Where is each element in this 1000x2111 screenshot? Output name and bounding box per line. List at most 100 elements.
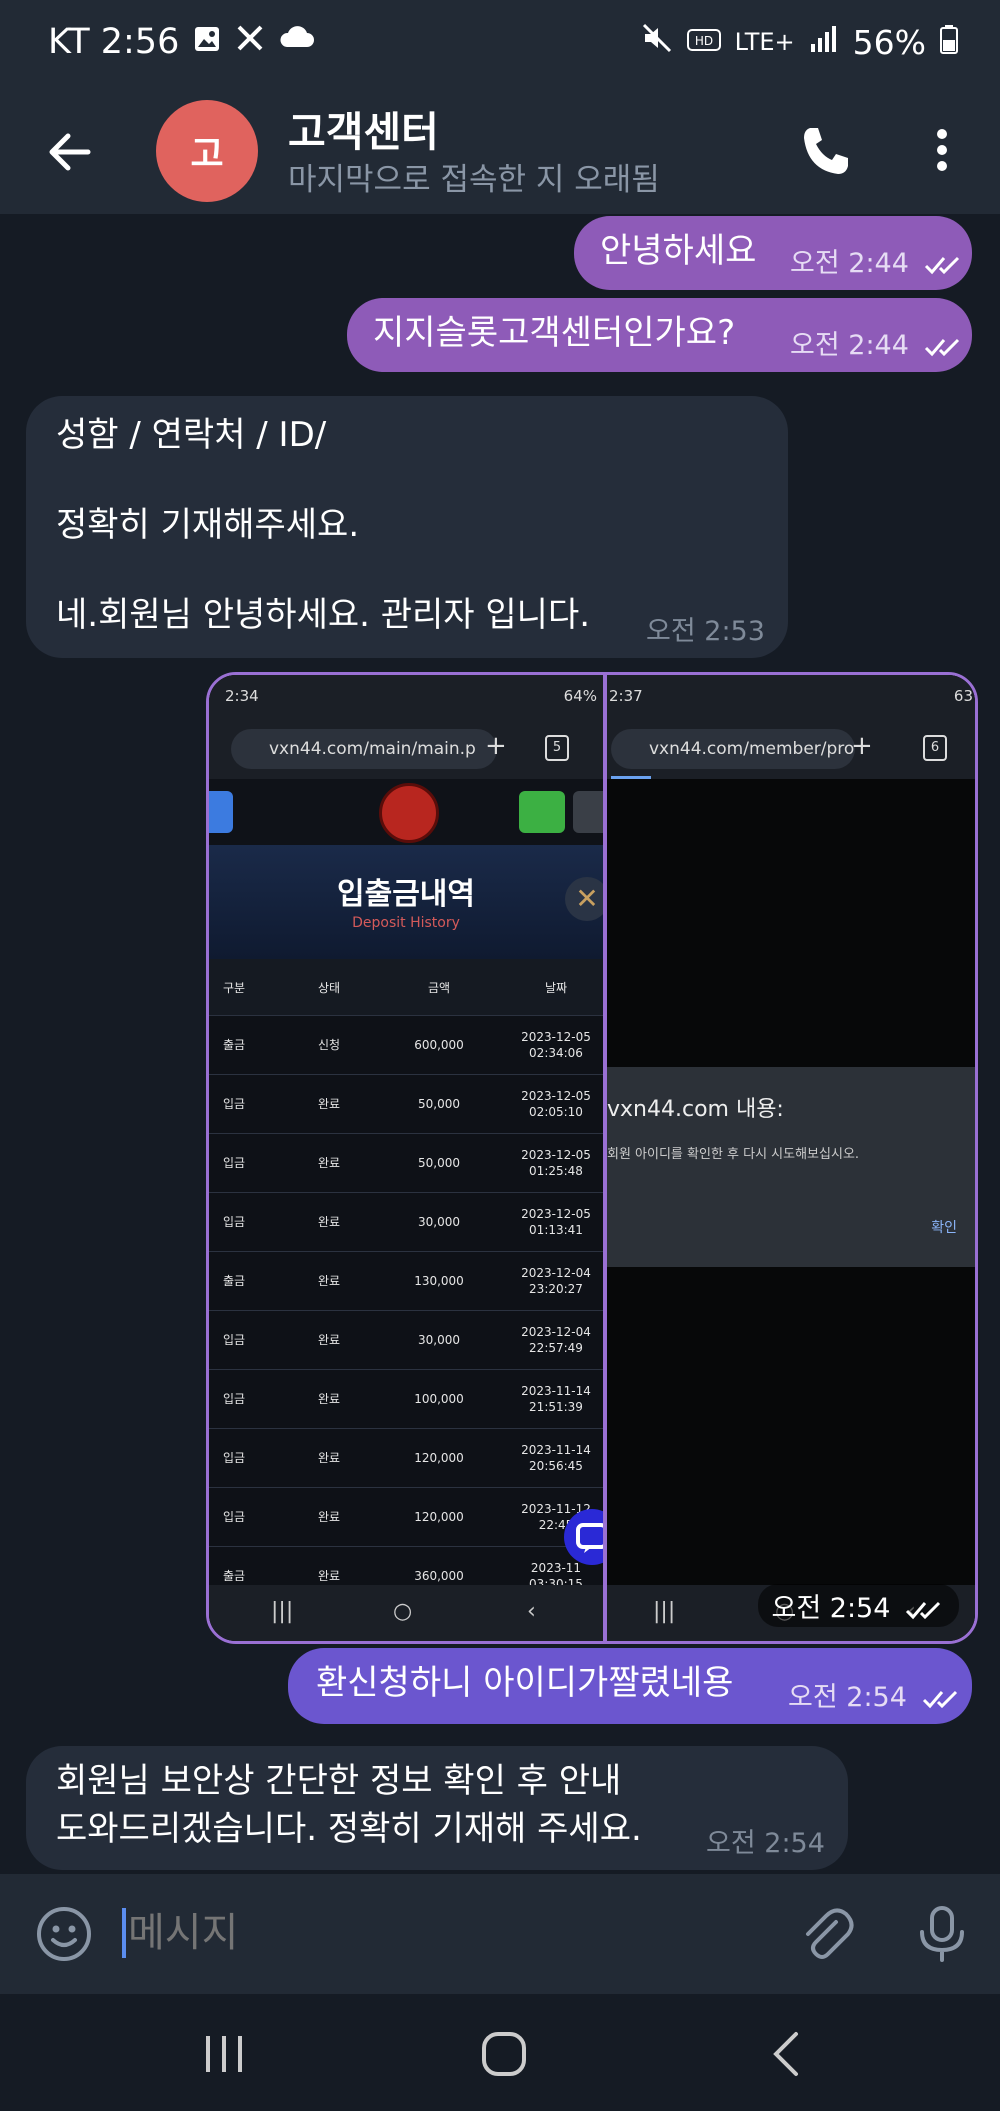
close-icon: ✕ [565, 877, 603, 921]
table-cell: 30,000 [418, 1333, 460, 1347]
table-row: 입금 완료 100,000 2023-11-14 21:51:39 [209, 1370, 603, 1429]
dialog-title: vxn44.com 내용: [607, 1097, 784, 1122]
url-text: vxn44.com/member/pro [611, 729, 855, 769]
more-options-icon[interactable] [930, 120, 954, 180]
time: 02:05:10 [529, 1105, 583, 1119]
embedded-status-bar: 2:37 63 [607, 675, 975, 719]
table-cell: 입금 [222, 1097, 246, 1111]
table-cell-date: 2023-12-04 23:20:27 [509, 1252, 603, 1310]
incoming-message[interactable]: 성함 / 연락처 / ID/ 정확히 기재해주세요. 네.회원님 안녕하세요. … [26, 396, 788, 658]
table-cell: 50,000 [418, 1097, 460, 1111]
table-cell: 입금 [222, 1510, 246, 1524]
svg-text:HD: HD [695, 34, 713, 48]
date: 2023-12-05 [521, 1148, 591, 1162]
date: 2023-12-05 [521, 1089, 591, 1103]
table-cell: 100,000 [414, 1392, 464, 1406]
table-row: 출금 신청 600,000 2023-12-05 02:34:06 [209, 1016, 603, 1075]
table-row: 입금 완료 50,000 2023-12-05 01:25:48 [209, 1134, 603, 1193]
time: 23:20:27 [529, 1282, 583, 1296]
tab-count: 6 [923, 735, 947, 761]
time: 22:57:49 [529, 1341, 583, 1355]
table-cell: 완료 [317, 1333, 341, 1347]
read-ticks-icon [924, 338, 959, 356]
table-cell: 완료 [317, 1451, 341, 1465]
logout-button-icon [573, 791, 603, 833]
battery-level: 56% [852, 22, 926, 62]
new-tab-icon: + [851, 731, 873, 761]
table-cell: 신청 [317, 1038, 341, 1052]
table-cell: 30,000 [418, 1215, 460, 1229]
home-icon[interactable] [480, 2030, 528, 2078]
embedded-nav-bar: |||○‹ [209, 1585, 603, 1641]
site-nav [209, 779, 603, 845]
table-cell: 완료 [317, 1156, 341, 1170]
message-time: 오전 2:54 [788, 1674, 962, 1721]
table-cell-date: 2023-12-05 02:05:10 [509, 1075, 603, 1133]
table-cell: 완료 [317, 1097, 341, 1111]
microphone-icon[interactable] [914, 1904, 970, 1964]
chat-header: 고 고객센터 마지막으로 접속한 지 오래됨 [0, 92, 1000, 214]
last-seen-status: 마지막으로 접속한 지 오래됨 [288, 162, 660, 198]
embedded-battery: 63 [953, 687, 973, 705]
table-cell: 50,000 [418, 1156, 460, 1170]
new-tab-icon: + [485, 731, 507, 761]
table-cell: 120,000 [414, 1451, 464, 1465]
site-logo-icon [379, 783, 439, 843]
screenshot-deposit-history[interactable]: 2:34 64% vxn44.com/main/main.p + 5 입출금내역… [209, 675, 603, 1641]
table-cell: 완료 [317, 1274, 341, 1288]
table-cell: 600,000 [414, 1038, 464, 1052]
outgoing-message[interactable]: 환신청하니 아이디가짤렸네용 오전 2:54 [288, 1648, 972, 1724]
embedded-time: 2:37 [609, 687, 643, 705]
table-header: 구분 상태 금액 날짜 [209, 959, 603, 1016]
embedded-time: 2:34 [225, 687, 259, 705]
date: 2023-12-05 [521, 1207, 591, 1221]
table-cell-date: 2023-11-14 21:51:39 [509, 1370, 603, 1428]
dialog-ok-button: 확인 [931, 1220, 957, 1236]
history-title: 입출금내역 [337, 877, 475, 912]
message-list[interactable]: 안녕하세요 오전 2:44 지지슬롯고객센터인가요? 오전 2:44 성함 / … [0, 214, 1000, 1874]
table-cell: 입금 [222, 1215, 246, 1229]
phone-call-icon[interactable] [796, 120, 856, 180]
table-cell-date: 2023-11-14 20:56:45 [509, 1429, 603, 1487]
dialog-message: 회원 아이디를 확인한 후 다시 시도해보십시오. [607, 1147, 860, 1162]
table-cell: 출금 [222, 1274, 246, 1288]
screenshot-error-dialog[interactable]: 2:37 63 vxn44.com/member/pro + 6 vxn44.c… [607, 675, 975, 1641]
back-arrow-icon[interactable] [40, 122, 100, 182]
date: 2023-12-04 [521, 1266, 591, 1280]
table-row: 입금 완료 120,000 2023-11-14 20:56:45 [209, 1429, 603, 1488]
user-button-icon [519, 791, 565, 833]
outgoing-message[interactable]: 안녕하세요 오전 2:44 [574, 216, 972, 290]
media-message[interactable]: 2:34 64% vxn44.com/main/main.p + 5 입출금내역… [206, 672, 978, 1644]
table-cell: 완료 [317, 1215, 341, 1229]
avatar[interactable]: 고 [156, 100, 258, 202]
message-text: 지지슬롯고객센터인가요? [373, 313, 736, 353]
text-caret [122, 1908, 126, 1958]
incoming-message[interactable]: 회원님 보안상 간단한 정보 확인 후 안내 도와드리겠습니다. 정확히 기재해… [26, 1746, 848, 1870]
table-row: 입금 완료 50,000 2023-12-05 02:05:10 [209, 1075, 603, 1134]
outgoing-message[interactable]: 지지슬롯고객센터인가요? 오전 2:44 [347, 298, 972, 372]
table-cell-date: 2023-12-05 02:34:06 [509, 1016, 603, 1074]
table-cell: 입금 [222, 1333, 246, 1347]
column-header: 구분 [222, 981, 246, 995]
browser-url-bar: vxn44.com/main/main.p + 5 [209, 719, 603, 779]
browser-url-bar: vxn44.com/member/pro + 6 [607, 719, 975, 779]
signal-icon [809, 23, 839, 62]
emoji-icon[interactable] [36, 1906, 92, 1962]
message-line: 정확히 기재해주세요. [56, 505, 360, 545]
table-cell: 완료 [317, 1392, 341, 1406]
time: 02:34:06 [529, 1046, 583, 1060]
read-ticks-icon [922, 1690, 957, 1708]
carrier-time: KT 2:56 [48, 22, 180, 62]
read-ticks-icon [924, 256, 959, 274]
table-cell-date: 2023-12-05 01:25:48 [509, 1134, 603, 1192]
message-line: 성함 / 연락처 / ID/ [56, 415, 327, 455]
message-input[interactable] [118, 1902, 730, 1964]
chat-title[interactable]: 고객센터 [288, 98, 439, 158]
table-cell: 출금 [222, 1038, 246, 1052]
recent-apps-icon[interactable] [200, 2034, 250, 2074]
column-header: 상태 [317, 981, 341, 995]
back-icon[interactable] [766, 2030, 806, 2078]
table-cell: 입금 [222, 1156, 246, 1170]
url-text: vxn44.com/main/main.p [231, 729, 497, 769]
attach-icon[interactable] [796, 1904, 856, 1964]
